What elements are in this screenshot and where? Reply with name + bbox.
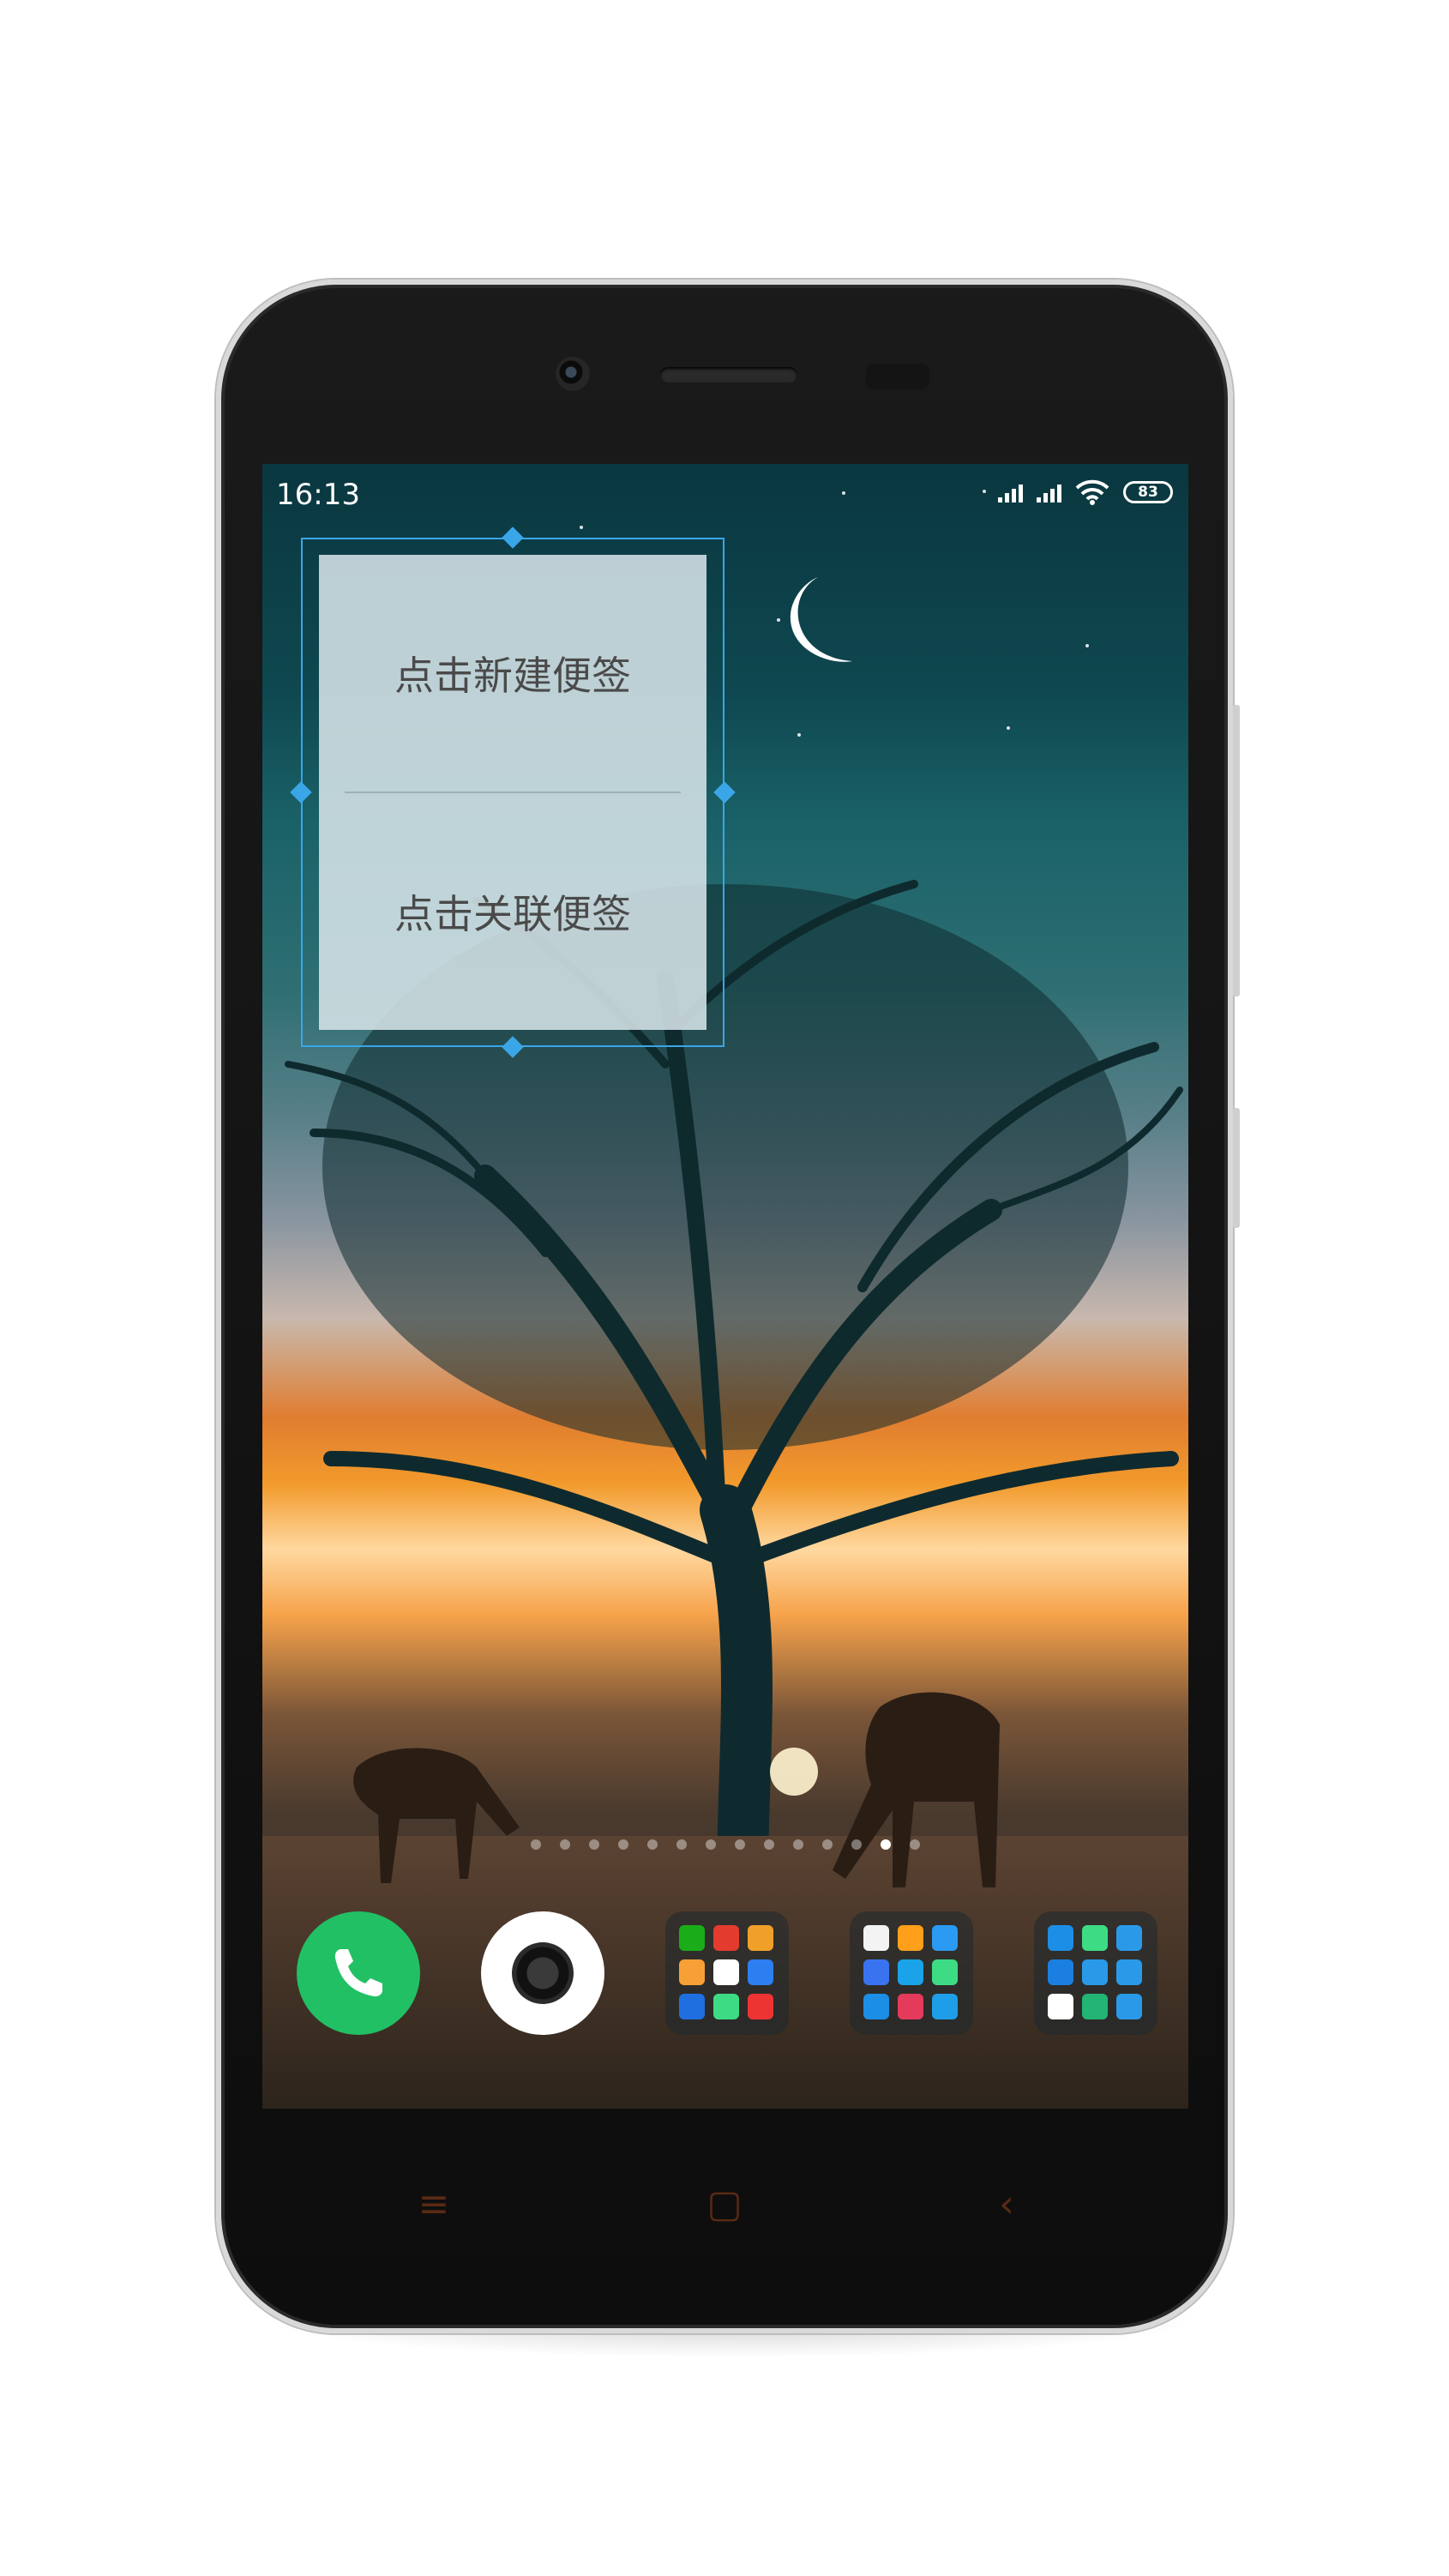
app-icon [898,1994,923,2019]
app-icon [1082,1959,1108,1985]
camera-icon [512,1942,574,2004]
app-icon [1116,1925,1142,1951]
signal-2-icon [1037,482,1061,503]
page-dot[interactable] [822,1839,833,1850]
horse-left [353,1748,520,1883]
star [797,733,801,737]
back-icon: ‹ [999,2182,1014,2226]
app-icon [898,1959,923,1985]
page-dot[interactable] [851,1839,862,1850]
page-dot[interactable] [676,1839,687,1850]
app-icon [863,1925,889,1951]
app-icon [1116,1959,1142,1985]
home-key[interactable]: ▢ [699,2178,750,2230]
status-icons: 83 [998,479,1173,505]
camera-app[interactable] [481,1911,604,2035]
link-note-button[interactable]: 点击关联便签 [319,793,706,1030]
menu-icon: ≡ [418,2182,450,2226]
menu-key[interactable]: ≡ [408,2178,460,2230]
wifi-icon [1075,479,1109,505]
moon-icon [790,577,852,662]
page-dot[interactable] [764,1839,774,1850]
page-dot[interactable] [910,1839,920,1850]
app-icon [679,1994,705,2019]
app-icon [713,1959,739,1985]
page-dot[interactable] [618,1839,628,1850]
page-dot[interactable] [647,1839,658,1850]
phone-app[interactable] [297,1911,420,2035]
star [1085,644,1089,647]
page-dot[interactable] [589,1839,599,1850]
app-icon [748,1925,773,1951]
app-icon [748,1994,773,2019]
app-icon [1048,1925,1073,1951]
status-bar: 16:13 83 [262,464,1188,524]
app-icon [1048,1959,1073,1985]
page-dot[interactable] [706,1839,716,1850]
front-camera [556,357,590,391]
app-folder-2[interactable] [850,1911,973,2035]
folder-grid [665,1911,789,2035]
hardware-nav-keys: ≡ ▢ ‹ [216,2178,1233,2238]
home-icon: ▢ [706,2182,743,2226]
page-dot[interactable] [531,1839,541,1850]
earpiece [660,367,797,382]
clock: 16:13 [276,478,360,512]
battery-icon: 83 [1123,481,1173,503]
proximity-sensor [866,364,929,389]
app-icon [863,1959,889,1985]
phone-icon [334,1949,382,1997]
app-icon [713,1994,739,2019]
app-folder-3[interactable] [1034,1911,1157,2035]
app-icon [932,1959,958,1985]
app-icon [679,1959,705,1985]
page-dot[interactable] [881,1839,891,1850]
battery-level: 83 [1138,484,1158,501]
app-icon [863,1994,889,2019]
page-dot[interactable] [793,1839,803,1850]
star [1007,726,1010,730]
app-icon [932,1994,958,2019]
star [580,526,583,529]
horse-right [833,1692,1000,1887]
home-screen: 16:13 83 点击新建便签 点击关联便签 [262,464,1188,2109]
link-note-label: 点击关联便签 [394,891,631,937]
app-icon [1116,1994,1142,2019]
signal-1-icon [998,482,1023,503]
app-icon [748,1959,773,1985]
app-icon [932,1925,958,1951]
app-icon [713,1925,739,1951]
power-button [1233,1108,1240,1228]
new-note-button[interactable]: 点击新建便签 [319,555,706,791]
volume-button [1233,705,1240,996]
note-widget: 点击新建便签 点击关联便签 [319,555,706,1030]
page-dot[interactable] [735,1839,745,1850]
app-icon [1082,1994,1108,2019]
app-icon [898,1925,923,1951]
back-key[interactable]: ‹ [981,2178,1032,2230]
app-icon [1048,1994,1073,2019]
app-folder-1[interactable] [665,1911,789,2035]
page-dot[interactable] [560,1839,570,1850]
folder-grid [1034,1911,1157,2035]
folder-grid [850,1911,973,2035]
app-icon [1082,1925,1108,1951]
dock [262,1905,1188,2042]
new-note-label: 点击新建便签 [394,653,631,699]
star [777,618,780,622]
page-indicator[interactable] [262,1836,1188,1853]
app-icon [679,1925,705,1951]
